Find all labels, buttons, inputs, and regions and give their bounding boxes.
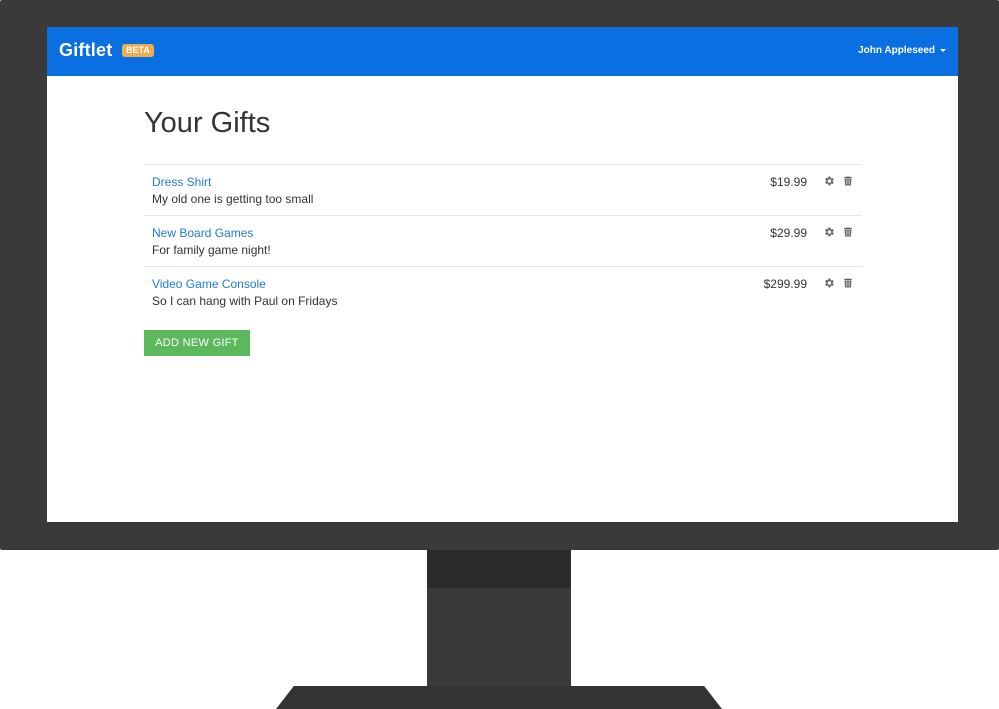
trash-icon[interactable] <box>842 277 854 289</box>
trash-icon[interactable] <box>842 226 854 238</box>
monitor-base <box>276 686 722 709</box>
gift-name-link[interactable]: Dress Shirt <box>152 175 211 189</box>
gift-name-link[interactable]: New Board Games <box>152 226 253 240</box>
gift-price: $19.99 <box>770 175 807 189</box>
gift-row: Dress Shirt My old one is getting too sm… <box>144 165 862 216</box>
gear-icon[interactable] <box>823 226 835 238</box>
user-menu[interactable]: John Appleseed <box>858 45 946 56</box>
gift-price: $29.99 <box>770 226 807 240</box>
trash-icon[interactable] <box>842 175 854 187</box>
gift-description: For family game night! <box>152 243 271 257</box>
gift-list: Dress Shirt My old one is getting too sm… <box>144 164 862 317</box>
screen: Giftlet BETA John Appleseed Your Gifts D… <box>47 27 958 522</box>
gift-description: My old one is getting too small <box>152 192 314 206</box>
user-name: John Appleseed <box>858 45 935 56</box>
beta-badge: BETA <box>122 44 154 57</box>
monitor-neck <box>427 588 571 688</box>
gift-price: $299.99 <box>763 277 807 291</box>
gift-description: So I can hang with Paul on Fridays <box>152 294 338 308</box>
gear-icon[interactable] <box>823 277 835 289</box>
brand-logo[interactable]: Giftlet <box>59 40 112 61</box>
monitor-neck-top <box>427 550 571 588</box>
gift-row: New Board Games For family game night! $… <box>144 216 862 267</box>
page-title: Your Gifts <box>144 107 271 139</box>
caret-down-icon <box>940 49 946 52</box>
gift-row: Video Game Console So I can hang with Pa… <box>144 267 862 317</box>
gift-name-link[interactable]: Video Game Console <box>152 277 266 291</box>
add-new-gift-button[interactable]: ADD NEW GIFT <box>144 330 250 356</box>
navbar: Giftlet BETA John Appleseed <box>47 27 958 76</box>
gear-icon[interactable] <box>823 175 835 187</box>
